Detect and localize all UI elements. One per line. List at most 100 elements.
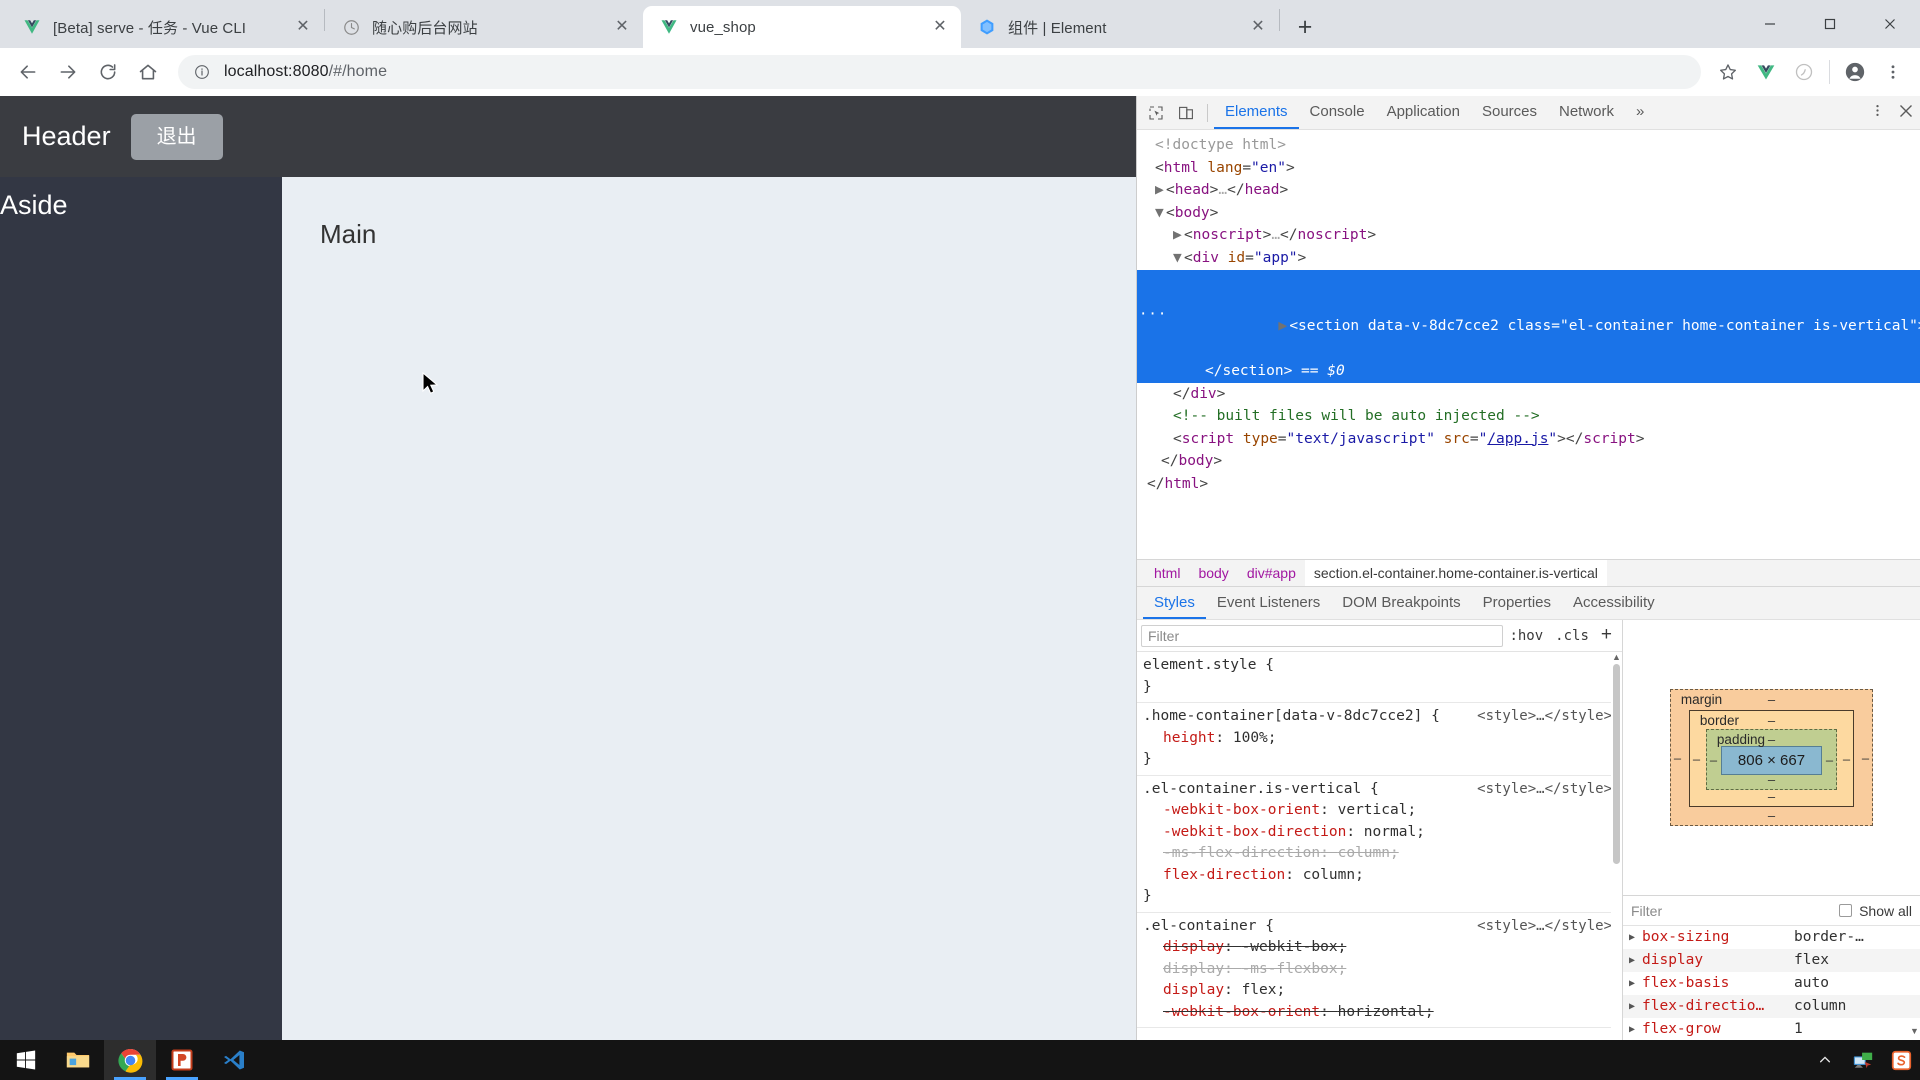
css-property[interactable]: -webkit-box-orient — [1163, 802, 1320, 818]
breadcrumb-item-html[interactable]: html — [1145, 560, 1189, 586]
styles-scrollbar[interactable]: ▲ — [1611, 652, 1622, 1040]
extension-icon[interactable] — [1785, 53, 1823, 91]
vue-devtools-icon[interactable] — [1747, 53, 1785, 91]
padding-right-value[interactable]: – — [1826, 752, 1833, 767]
close-icon[interactable]: ✕ — [292, 16, 314, 38]
windows-start-icon[interactable] — [0, 1040, 52, 1080]
css-property[interactable]: height — [1163, 730, 1215, 746]
css-value[interactable]: 100%; — [1233, 730, 1277, 746]
css-rule[interactable]: <style>…</style> .el-container { display… — [1137, 913, 1622, 1028]
expand-arrow-icon[interactable]: ▶ — [1629, 972, 1642, 995]
devtools-tab-network[interactable]: Network — [1548, 96, 1625, 129]
css-declaration[interactable]: display: -ms-flexbox; — [1137, 959, 1622, 981]
dom-line[interactable]: <!doctype html> — [1137, 134, 1920, 157]
devtools-tab-elements[interactable]: Elements — [1214, 96, 1299, 129]
close-icon[interactable]: ✕ — [929, 16, 951, 38]
device-toolbar-icon[interactable] — [1171, 99, 1201, 127]
file-explorer-icon[interactable] — [52, 1040, 104, 1080]
cls-toggle[interactable]: .cls — [1549, 628, 1595, 644]
profile-icon[interactable] — [1836, 53, 1874, 91]
browser-tab-0[interactable]: [Beta] serve - 任务 - Vue CLI ✕ — [6, 6, 324, 48]
devtools-tabs-overflow[interactable]: » — [1625, 96, 1655, 129]
css-declaration[interactable]: -webkit-box-orient: vertical; — [1137, 800, 1622, 822]
expand-arrow-icon[interactable]: ▶ — [1155, 179, 1166, 202]
box-model-padding[interactable]: padding – – – – 806 × 667 — [1705, 729, 1838, 790]
css-value[interactable]: horizontal; — [1338, 1004, 1434, 1020]
css-property[interactable]: display — [1163, 982, 1224, 998]
checkbox-icon[interactable] — [1839, 904, 1853, 917]
padding-top-value[interactable]: – — [1768, 732, 1775, 747]
close-icon[interactable]: ✕ — [611, 16, 633, 38]
padding-left-value[interactable]: – — [1710, 752, 1717, 767]
browser-tab-2[interactable]: vue_shop ✕ — [643, 6, 961, 48]
breadcrumb-item-div-app[interactable]: div#app — [1238, 560, 1305, 586]
css-rule[interactable]: <style>…</style> .home-container[data-v-… — [1137, 703, 1622, 776]
snipaste-icon[interactable] — [1882, 1040, 1920, 1080]
logout-button[interactable]: 退出 — [130, 113, 223, 160]
css-rule[interactable]: <style>…</style> .el-container.is-vertic… — [1137, 776, 1622, 913]
border-bottom-value[interactable]: – — [1768, 789, 1775, 804]
expand-arrow-icon[interactable]: ▶ — [1629, 1018, 1642, 1040]
css-declaration[interactable]: display: -webkit-box; — [1137, 937, 1622, 959]
dom-selected-node-close[interactable]: </section> == $0 — [1137, 359, 1920, 383]
computed-property-value[interactable]: auto — [1794, 972, 1829, 995]
computed-property-value[interactable]: 1 — [1794, 1018, 1803, 1040]
css-value[interactable]: column; — [1338, 845, 1399, 861]
tab-accessibility[interactable]: Accessibility — [1562, 587, 1666, 619]
scroll-down-arrow-icon[interactable]: ▼ — [1909, 1026, 1920, 1036]
computed-property-name[interactable]: display — [1642, 949, 1794, 972]
vscode-icon[interactable] — [208, 1040, 260, 1080]
expand-arrow-icon[interactable]: ▶ — [1629, 926, 1642, 949]
expand-arrow-icon[interactable]: ▶ — [1629, 949, 1642, 972]
css-value[interactable]: normal; — [1364, 824, 1425, 840]
computed-properties-list[interactable]: ▶ box-sizing border-… ▶ display flex ▶ flex-b… — [1623, 926, 1920, 1040]
css-property[interactable]: flex-direction — [1163, 867, 1285, 883]
css-value[interactable]: flex; — [1242, 982, 1286, 998]
close-icon[interactable]: ✕ — [1247, 16, 1269, 38]
css-property[interactable]: display — [1163, 961, 1224, 977]
expand-arrow-icon[interactable]: ▶ — [1278, 315, 1289, 338]
dom-line[interactable]: ▼ <div id="app"> — [1137, 247, 1920, 270]
css-value[interactable]: column; — [1303, 867, 1364, 883]
show-hidden-icons-chevron[interactable] — [1806, 1040, 1844, 1080]
expand-arrow-icon[interactable]: ▶ — [1629, 995, 1642, 1018]
powerpoint-icon[interactable] — [156, 1040, 208, 1080]
css-rule[interactable]: element.style { } — [1137, 652, 1622, 703]
browser-tab-3[interactable]: 组件 | Element ✕ — [961, 6, 1279, 48]
computed-property-row[interactable]: ▶ flex-directio… column — [1623, 995, 1920, 1018]
margin-left-value[interactable]: – — [1674, 750, 1681, 765]
dom-line[interactable]: ▼ <body> — [1137, 202, 1920, 225]
margin-right-value[interactable]: – — [1862, 750, 1869, 765]
margin-top-value[interactable]: – — [1768, 692, 1775, 707]
computed-property-value[interactable]: flex — [1794, 949, 1829, 972]
tab-dom-breakpoints[interactable]: DOM Breakpoints — [1331, 587, 1471, 619]
css-value[interactable]: vertical; — [1338, 802, 1417, 818]
css-rules-list[interactable]: element.style { } <style>…</style> .home… — [1137, 652, 1622, 1040]
border-left-value[interactable]: – — [1693, 751, 1700, 766]
breadcrumb-item-body[interactable]: body — [1189, 560, 1237, 586]
bookmark-star-icon[interactable] — [1709, 53, 1747, 91]
tab-properties[interactable]: Properties — [1472, 587, 1562, 619]
info-circle-icon[interactable] — [192, 62, 212, 82]
css-property[interactable]: -webkit-box-orient — [1163, 1004, 1320, 1020]
dom-selected-node[interactable]: ··· ▶ <section data-v-8dc7cce2 class="el-… — [1137, 269, 1920, 360]
close-window-button[interactable] — [1860, 0, 1920, 48]
box-model-margin[interactable]: margin – – – – border – – – – padding – … — [1669, 689, 1874, 826]
css-value[interactable]: -webkit-box; — [1242, 939, 1347, 955]
computed-property-name[interactable]: box-sizing — [1642, 926, 1794, 949]
css-declaration[interactable]: height: 100%; — [1137, 728, 1622, 750]
devtools-tab-console[interactable]: Console — [1299, 96, 1376, 129]
script-src-link[interactable]: /app.js — [1487, 431, 1548, 447]
styles-filter-input[interactable]: Filter — [1141, 624, 1504, 647]
scroll-up-arrow-icon[interactable]: ▲ — [1611, 652, 1622, 662]
kebab-menu-icon[interactable] — [1863, 103, 1892, 123]
computed-property-value[interactable]: border-… — [1794, 926, 1864, 949]
computed-property-name[interactable]: flex-grow — [1642, 1018, 1794, 1040]
border-top-value[interactable]: – — [1768, 713, 1775, 728]
show-all-toggle[interactable]: Show all — [1839, 903, 1912, 919]
tab-event-listeners[interactable]: Event Listeners — [1206, 587, 1331, 619]
css-value[interactable]: -ms-flexbox; — [1242, 961, 1347, 977]
css-source-link[interactable]: <style>…</style> — [1477, 706, 1612, 728]
new-tab-button[interactable]: + — [1288, 10, 1322, 44]
network-icon[interactable] — [1844, 1040, 1882, 1080]
